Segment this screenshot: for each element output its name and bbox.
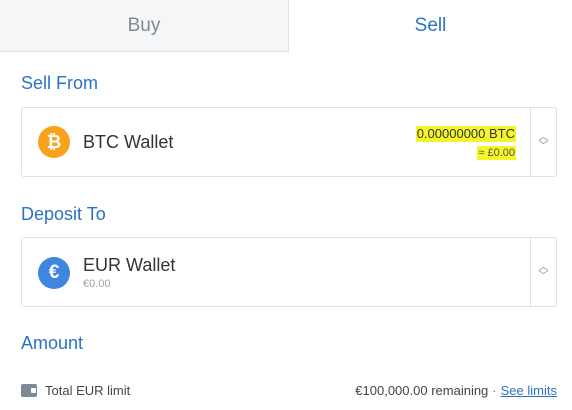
deposit-to-select[interactable]: € EUR Wallet €0.00 ︿ ﹀: [21, 237, 557, 307]
chevron-updown-icon[interactable]: ︿ ﹀: [530, 238, 556, 306]
wallet-icon: [21, 384, 37, 397]
separator: ·: [492, 383, 497, 398]
chevron-updown-icon[interactable]: ︿ ﹀: [530, 108, 556, 176]
see-limits-link[interactable]: See limits: [501, 383, 557, 398]
fiat-balance: ≈ £0.00: [477, 146, 516, 160]
tab-buy[interactable]: Buy: [0, 0, 289, 52]
euro-icon: €: [38, 257, 70, 289]
limit-remaining: €100,000.00 remaining: [355, 383, 489, 398]
sell-from-select[interactable]: ₿ BTC Wallet 0.00000000 BTC ≈ £0.00 ︿ ﹀: [21, 107, 557, 177]
limit-row: Total EUR limit €100,000.00 remaining · Se…: [21, 381, 557, 401]
limit-info: €100,000.00 remaining · See limits: [355, 383, 557, 398]
bitcoin-icon: ₿: [38, 126, 70, 158]
btc-balance: 0.00000000 BTC: [415, 126, 516, 142]
deposit-to-balance: €0.00: [83, 278, 111, 290]
deposit-to-label: Deposit To: [21, 204, 106, 224]
tab-bar: Buy Sell: [0, 0, 572, 52]
amount-label: Amount: [21, 333, 84, 353]
tab-sell[interactable]: Sell: [289, 0, 572, 52]
sell-from-label: Sell From: [21, 73, 99, 93]
sell-from-balance: 0.00000000 BTC ≈ £0.00: [415, 125, 516, 161]
limit-label: Total EUR limit: [45, 383, 131, 398]
deposit-to-wallet-name: EUR Wallet: [83, 255, 176, 275]
sell-from-wallet-name: BTC Wallet: [83, 132, 174, 152]
